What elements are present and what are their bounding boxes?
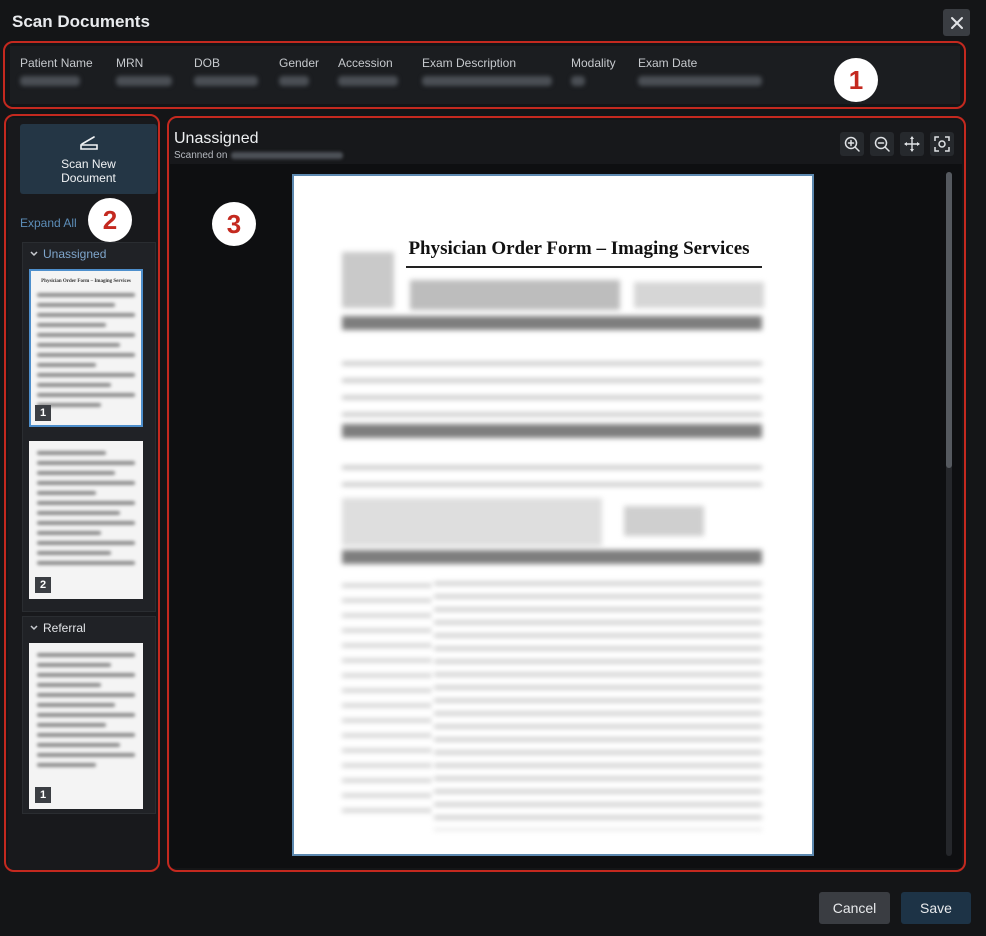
- close-icon: [950, 16, 963, 29]
- cancel-button[interactable]: Cancel: [819, 892, 890, 924]
- close-button[interactable]: [943, 9, 970, 36]
- callout-frame-left-panel: [4, 114, 160, 872]
- save-button[interactable]: Save: [901, 892, 971, 924]
- title-bar: Scan Documents: [0, 0, 986, 44]
- callout-badge-1: 1: [834, 58, 878, 102]
- callout-frame-header: [3, 41, 966, 109]
- callout-badge-2: 2: [88, 198, 132, 242]
- dialog-title: Scan Documents: [12, 12, 150, 31]
- callout-frame-viewer: [167, 116, 966, 872]
- callout-badge-3: 3: [212, 202, 256, 246]
